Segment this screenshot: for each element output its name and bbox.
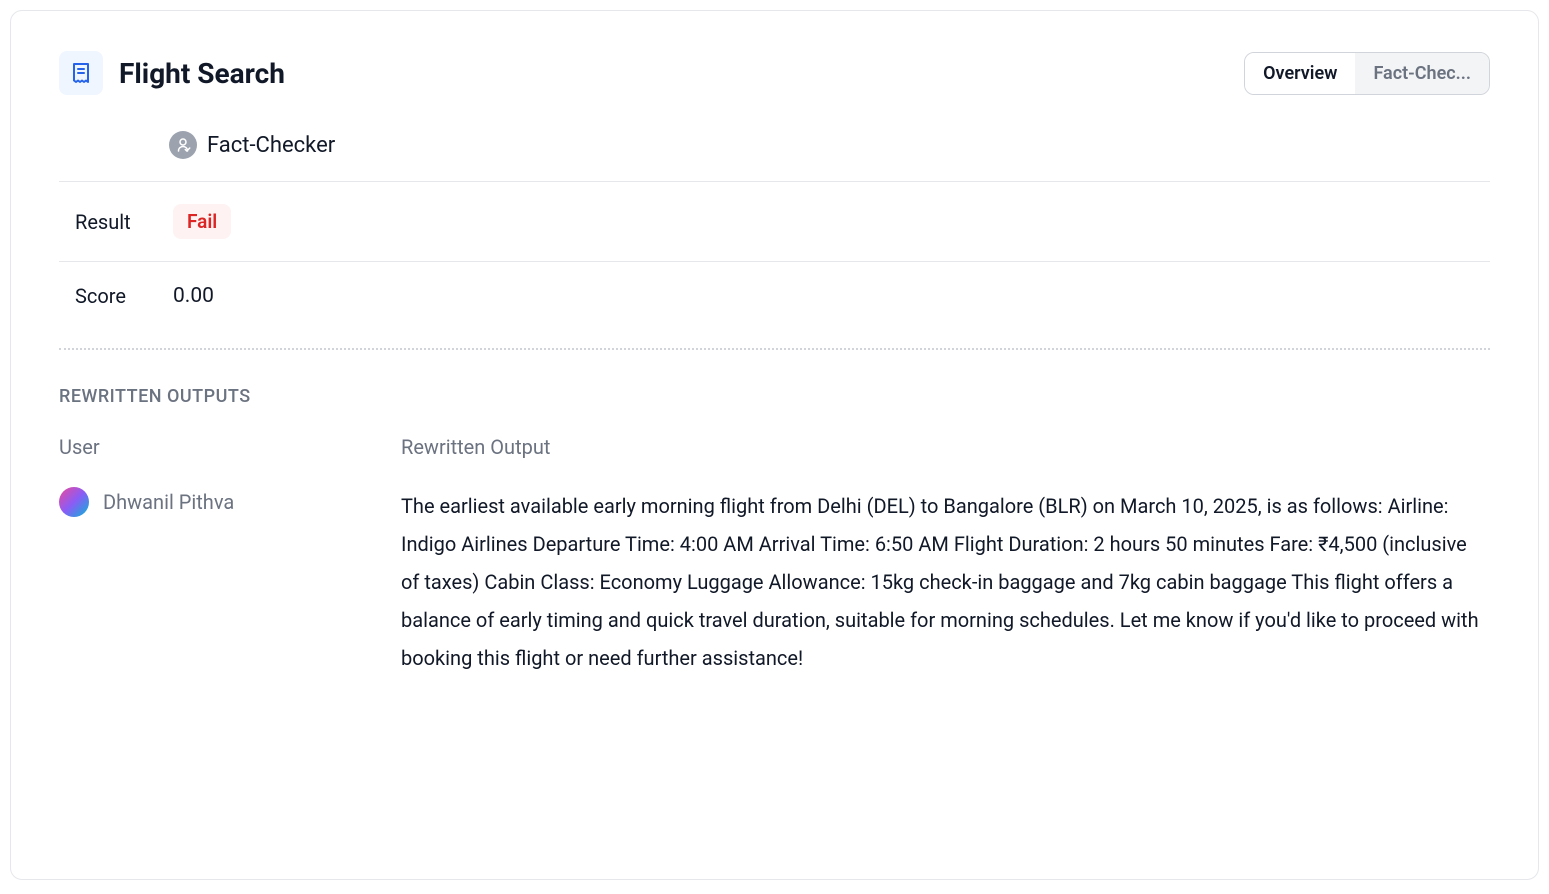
tab-fact-checker[interactable]: Fact-Chec...	[1355, 53, 1489, 94]
rewritten-outputs-heading: REWRITTEN OUTPUTS	[59, 386, 1490, 407]
rewritten-column-header: Rewritten Output	[401, 435, 550, 459]
user-name: Dhwanil Pithva	[103, 490, 234, 514]
tab-group: Overview Fact-Chec...	[1244, 52, 1490, 95]
person-icon	[169, 131, 197, 159]
header-row: Flight Search Overview Fact-Chec...	[59, 51, 1490, 95]
dotted-divider	[59, 348, 1490, 350]
receipt-icon	[59, 51, 103, 95]
fact-checker-row: Fact-Checker	[59, 131, 1490, 182]
score-value: 0.00	[173, 284, 214, 308]
tab-overview[interactable]: Overview	[1245, 53, 1355, 94]
rewritten-output-text: The earliest available early morning fli…	[401, 487, 1490, 677]
output-row: Dhwanil Pithva The earliest available ea…	[59, 487, 1490, 677]
fact-checker-label: Fact-Checker	[207, 133, 335, 158]
result-badge: Fail	[173, 204, 231, 239]
title-group: Flight Search	[59, 51, 285, 95]
user-column-header: User	[59, 435, 401, 459]
user-cell: Dhwanil Pithva	[59, 487, 401, 517]
outputs-header: User Rewritten Output	[59, 435, 1490, 459]
score-row: Score 0.00	[59, 262, 1490, 330]
page-title: Flight Search	[119, 57, 285, 90]
user-avatar	[59, 487, 89, 517]
result-label: Result	[75, 210, 173, 234]
result-row: Result Fail	[59, 182, 1490, 262]
score-label: Score	[75, 284, 173, 308]
main-card: Flight Search Overview Fact-Chec... Fact…	[10, 10, 1539, 880]
